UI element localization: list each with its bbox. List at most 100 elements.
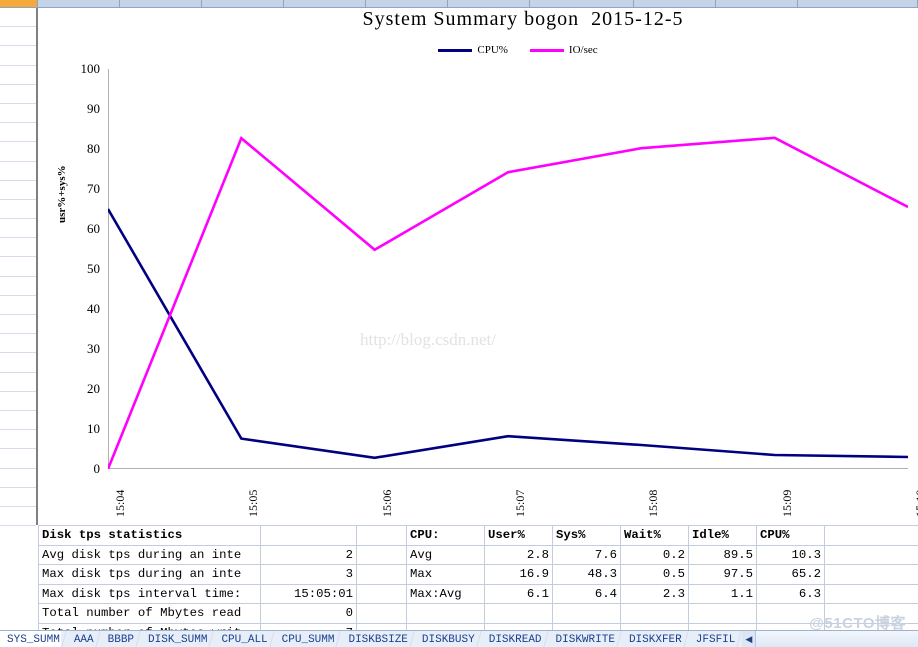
sheet-tab-sys_summ[interactable]: SYS_SUMM bbox=[0, 631, 67, 647]
sheet-tab-diskbsize[interactable]: DISKBSIZE bbox=[341, 631, 416, 647]
table-cell-blank[interactable] bbox=[824, 544, 918, 565]
spreadsheet-cell[interactable] bbox=[0, 8, 36, 28]
spreadsheet-cell[interactable] bbox=[0, 277, 36, 296]
spreadsheet-cell[interactable] bbox=[0, 411, 36, 431]
table-cell-blank[interactable] bbox=[356, 603, 407, 624]
cpu-stat-value[interactable]: 65.2 bbox=[756, 564, 825, 585]
cpu-stat-label[interactable]: Max:Avg bbox=[406, 583, 485, 604]
disk-stat-label[interactable]: Max disk tps interval time: bbox=[38, 583, 261, 604]
disk-stat-label[interactable]: Avg disk tps during an inte bbox=[38, 544, 261, 565]
cpu-stat-value[interactable]: 6.4 bbox=[552, 583, 621, 604]
spreadsheet-cell[interactable] bbox=[0, 66, 36, 85]
disk-stats-header[interactable]: Disk tps statistics bbox=[38, 525, 261, 546]
column-header-cell[interactable] bbox=[716, 0, 798, 7]
column-header-cell[interactable] bbox=[202, 0, 284, 7]
spreadsheet-cell[interactable] bbox=[0, 315, 36, 335]
column-header-cell[interactable] bbox=[38, 0, 120, 7]
table-cell-blank[interactable] bbox=[620, 603, 689, 624]
column-header-cell[interactable] bbox=[120, 0, 202, 7]
spreadsheet-cell[interactable] bbox=[0, 238, 36, 258]
table-cell-blank[interactable] bbox=[552, 603, 621, 624]
cpu-stat-value[interactable]: 16.9 bbox=[484, 564, 553, 585]
table-cell-blank[interactable] bbox=[688, 603, 757, 624]
cpu-stat-value[interactable]: 2.3 bbox=[620, 583, 689, 604]
cpu-stat-value[interactable]: 1.1 bbox=[688, 583, 757, 604]
disk-stat-value[interactable]: 0 bbox=[260, 603, 357, 624]
spreadsheet-cell[interactable] bbox=[0, 449, 36, 469]
spreadsheet-left-column[interactable] bbox=[0, 8, 38, 527]
spreadsheet-cell[interactable] bbox=[0, 334, 36, 354]
spreadsheet-cell[interactable] bbox=[0, 85, 36, 104]
table-cell-blank[interactable] bbox=[484, 603, 553, 624]
sheet-tab-disk_summ[interactable]: DISK_SUMM bbox=[141, 631, 215, 647]
sheet-tab-diskbusy[interactable]: DISKBUSY bbox=[414, 631, 482, 647]
spreadsheet-cell[interactable] bbox=[0, 392, 36, 411]
cpu-stat-value[interactable]: 10.3 bbox=[756, 544, 825, 565]
cpu-stat-value[interactable]: 89.5 bbox=[688, 544, 757, 565]
sheet-tab-bar[interactable]: SYS_SUMM AAA BBBP DISK_SUMM CPU_ALL CPU_SUMM D… bbox=[0, 630, 918, 647]
spreadsheet-cell[interactable] bbox=[0, 430, 36, 450]
table-cell-blank[interactable] bbox=[824, 583, 918, 604]
disk-stat-value[interactable]: 3 bbox=[260, 564, 357, 585]
cpu-stats-header[interactable]: CPU% bbox=[756, 525, 825, 546]
sheet-tab-diskread[interactable]: DISKREAD bbox=[481, 631, 549, 647]
spreadsheet-cell[interactable] bbox=[0, 257, 36, 277]
table-cell-blank[interactable] bbox=[356, 583, 407, 604]
spreadsheet-cell[interactable] bbox=[0, 373, 36, 392]
sheet-tab-diskwrite[interactable]: DISKWRITE bbox=[548, 631, 623, 647]
spreadsheet-cell[interactable] bbox=[0, 46, 36, 66]
chart-container[interactable]: System Summary bogon 2015-12-5 CPU% IO/se… bbox=[38, 8, 918, 525]
table-cell-blank[interactable] bbox=[356, 525, 407, 546]
cpu-stat-value[interactable]: 0.5 bbox=[620, 564, 689, 585]
spreadsheet-cell[interactable] bbox=[0, 123, 36, 143]
table-cell-blank[interactable] bbox=[824, 525, 918, 546]
table-cell-blank[interactable] bbox=[356, 544, 407, 565]
cpu-stats-header[interactable]: Wait% bbox=[620, 525, 689, 546]
cpu-stats-header[interactable]: CPU: bbox=[406, 525, 485, 546]
cpu-stats-header[interactable]: User% bbox=[484, 525, 553, 546]
table-cell-blank[interactable] bbox=[260, 525, 357, 546]
column-header-cell[interactable] bbox=[798, 0, 918, 7]
statistics-table[interactable]: Disk tps statistics CPU: User% Sys% Wait% Idl… bbox=[38, 525, 918, 643]
table-cell-blank[interactable] bbox=[824, 564, 918, 585]
disk-stat-value[interactable]: 15:05:01 bbox=[260, 583, 357, 604]
cpu-stat-value[interactable]: 2.8 bbox=[484, 544, 553, 565]
spreadsheet-cell[interactable] bbox=[0, 469, 36, 488]
column-header-cell[interactable] bbox=[634, 0, 716, 7]
table-cell-blank[interactable] bbox=[406, 603, 485, 624]
spreadsheet-cell[interactable] bbox=[0, 353, 36, 373]
column-header-cell[interactable] bbox=[530, 0, 634, 7]
spreadsheet-cell[interactable] bbox=[0, 104, 36, 124]
spreadsheet-cell[interactable] bbox=[0, 296, 36, 315]
tab-scroll-left-icon[interactable]: ◀ bbox=[741, 631, 756, 647]
disk-stat-value[interactable]: 2 bbox=[260, 544, 357, 565]
cpu-stat-label[interactable]: Max bbox=[406, 564, 485, 585]
spreadsheet-cell[interactable] bbox=[0, 142, 36, 162]
spreadsheet-cell[interactable] bbox=[0, 27, 36, 47]
table-cell-blank[interactable] bbox=[356, 564, 407, 585]
column-header-cell[interactable] bbox=[0, 0, 38, 7]
disk-stat-label[interactable]: Max disk tps during an inte bbox=[38, 564, 261, 585]
cpu-stat-value[interactable]: 97.5 bbox=[688, 564, 757, 585]
spreadsheet-cell[interactable] bbox=[0, 181, 36, 200]
cpu-stats-header[interactable]: Idle% bbox=[688, 525, 757, 546]
column-header-cell[interactable] bbox=[366, 0, 448, 7]
spreadsheet-cell[interactable] bbox=[0, 488, 36, 507]
cpu-stat-label[interactable]: Avg bbox=[406, 544, 485, 565]
sheet-tab-cpu_all[interactable]: CPU_ALL bbox=[214, 631, 275, 647]
sheet-tab-aaa[interactable]: AAA bbox=[66, 631, 101, 647]
cpu-stats-header[interactable]: Sys% bbox=[552, 525, 621, 546]
spreadsheet-cell[interactable] bbox=[0, 162, 36, 181]
spreadsheet-cell[interactable] bbox=[0, 200, 36, 220]
sheet-tab-diskxfer[interactable]: DISKXFER bbox=[621, 631, 689, 647]
spreadsheet-cell[interactable] bbox=[0, 219, 36, 239]
cpu-stat-value[interactable]: 6.3 bbox=[756, 583, 825, 604]
cpu-stat-value[interactable]: 6.1 bbox=[484, 583, 553, 604]
sheet-tab-bbbp[interactable]: BBBP bbox=[100, 631, 142, 647]
sheet-tab-cpu_summ[interactable]: CPU_SUMM bbox=[274, 631, 342, 647]
cpu-stat-value[interactable]: 48.3 bbox=[552, 564, 621, 585]
column-header-cell[interactable] bbox=[284, 0, 366, 7]
disk-stat-label[interactable]: Total number of Mbytes read bbox=[38, 603, 261, 624]
horizontal-scrollbar[interactable] bbox=[755, 631, 918, 647]
cpu-stat-value[interactable]: 7.6 bbox=[552, 544, 621, 565]
